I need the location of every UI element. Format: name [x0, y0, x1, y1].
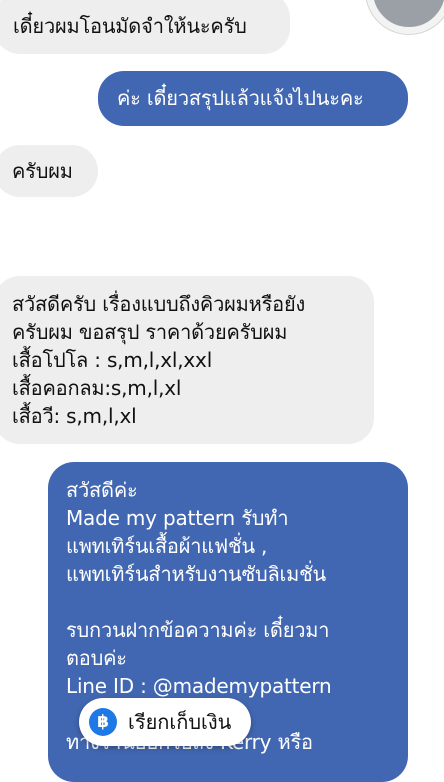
incoming-message-bubble[interactable]: เดี๋ยวผมโอนมัดจำให้นะครับ: [0, 0, 290, 54]
request-payment-label: เรียกเก็บเงิน: [128, 710, 232, 734]
incoming-message-bubble[interactable]: สวัสดีครับ เรื่องแบบถึงคิวผมหรือยัง ครับ…: [0, 276, 374, 444]
request-payment-button[interactable]: ฿ เรียกเก็บเงิน: [79, 698, 251, 746]
outgoing-message-bubble[interactable]: ค่ะ เดี๋ยวสรุปแล้วแจ้งไปนะคะ: [98, 71, 408, 126]
baht-coin-icon: ฿: [89, 708, 117, 736]
contact-avatar[interactable]: [366, 0, 444, 34]
incoming-message-bubble[interactable]: ครับผม: [0, 145, 98, 197]
